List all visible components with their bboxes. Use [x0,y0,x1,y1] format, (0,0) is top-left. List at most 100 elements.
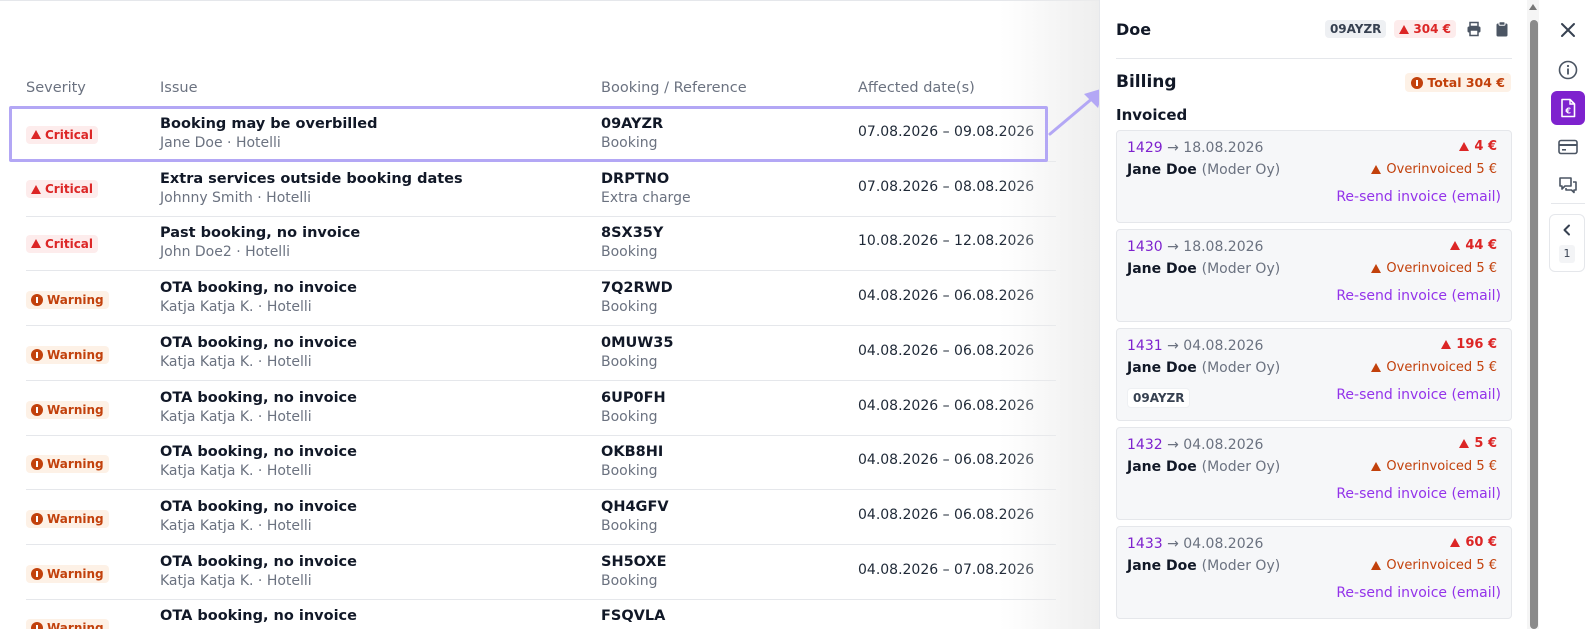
close-button[interactable] [1551,13,1585,47]
scroll-up-arrow-icon[interactable] [1529,4,1537,10]
booking-ref-chip[interactable]: 09AYZR [1324,20,1387,38]
severity-cell: Critical [26,124,99,144]
booking-ref[interactable]: 09AYZR [601,115,663,134]
booking-ref-tag[interactable]: 09AYZR [1127,388,1191,408]
issue-title: Past booking, no invoice [160,225,361,242]
resend-invoice-link[interactable]: Re-send invoice (email) [1336,585,1501,601]
booking-ref[interactable]: QH4GFV [601,498,669,517]
column-header-issue[interactable]: Issue [160,80,198,96]
invoice-number-link[interactable]: 1430 [1127,239,1163,255]
overinvoiced-status: Overinvoiced 5 € [1371,459,1497,474]
panel-count-badge: 1 [1559,245,1575,263]
resend-invoice-link[interactable]: Re-send invoice (email) [1336,288,1501,304]
reference-type: Extra charge [601,189,691,206]
table-row[interactable]: Warning OTA booking, no invoice Katja Katj… [26,270,1056,327]
table-row[interactable]: Critical Booking may be overbilled Jane Do… [26,106,1056,162]
invoice-number-line: 1430 → 18.08.2026 [1127,239,1263,255]
booking-ref[interactable]: OKB8HI [601,443,663,462]
invoice-amount-value: 196 € [1456,337,1497,352]
invoice-card: 1432 → 04.08.2026 5 € Jane Doe (Moder Oy) O… [1116,427,1512,520]
issue-cell: OTA booking, no invoice Katja Katja K. · … [160,498,357,536]
resend-invoice-link[interactable]: Re-send invoice (email) [1336,486,1501,502]
rail-divider [1551,203,1585,204]
info-button[interactable] [1551,53,1585,87]
invoice-date: 18.08.2026 [1183,239,1264,255]
booking-ref[interactable]: 0MUW35 [601,334,673,353]
overinvoiced-status: Overinvoiced 5 € [1371,261,1497,276]
info-icon [1558,60,1578,80]
amount-chip-value: 304 € [1413,22,1451,36]
resend-invoice-link[interactable]: Re-send invoice (email) [1336,189,1501,205]
collapse-panel-button[interactable]: 1 [1549,214,1585,272]
reference-type: Booking [601,353,658,370]
clipboard-icon[interactable] [1492,19,1512,39]
reference-cell: 7Q2RWD Booking [601,279,673,317]
column-header-dates[interactable]: Affected date(s) [858,80,975,96]
table-row[interactable]: Warning OTA booking, no invoice Katja Katj… [26,434,1056,491]
affected-dates: 04.08.2026 – 06.08.2026 [858,397,1035,414]
invoice-card: 1433 → 04.08.2026 60 € Jane Doe (Moder Oy)… [1116,526,1512,619]
booking-ref[interactable]: FSQVLA [601,607,665,626]
svg-text:€: € [1564,107,1571,116]
customer-name: Jane Doe [1127,360,1197,376]
payment-button[interactable] [1551,130,1585,164]
invoice-number-line: 1429 → 18.08.2026 [1127,140,1263,156]
issue-subtitle: John Doe2 · Hotelli [160,244,290,261]
affected-dates: 04.08.2026 – 06.08.2026 [858,506,1035,523]
print-icon[interactable] [1464,19,1484,39]
invoice-number-link[interactable]: 1433 [1127,536,1163,552]
severity-badge: Critical [26,125,99,144]
issue-subtitle: Katja Katja K. · Hotelli [160,299,312,316]
scrollbar-thumb[interactable] [1530,20,1538,629]
booking-ref[interactable]: 6UP0FH [601,389,666,408]
booking-ref[interactable]: SH5OXE [601,553,667,572]
issue-cell: Booking may be overbilled Jane Doe · Hote… [160,115,377,153]
alert-triangle-icon [31,239,41,249]
billing-tab-button[interactable]: € [1551,91,1585,125]
invoice-number-link[interactable]: 1429 [1127,140,1163,156]
table-row[interactable]: Warning OTA booking, no invoice Katja Katj… [26,325,1056,381]
invoice-card: 1431 → 04.08.2026 196 € Jane Doe (Moder Oy… [1116,328,1512,421]
severity-label: Critical [45,182,94,197]
overinvoiced-label: Overinvoiced 5 € [1386,360,1497,375]
booking-ref[interactable]: 8SX35Y [601,224,663,243]
panel-tools: 09AYZR 304 € [1324,19,1512,39]
invoice-number-line: 1432 → 04.08.2026 [1127,437,1263,453]
chat-icon [1559,177,1577,194]
issue-cell: Extra services outside booking dates John… [160,170,463,208]
top-divider [0,0,1100,1]
table-row[interactable]: Warning OTA booking, no invoice FSQVLA [26,598,1056,629]
table-row[interactable]: Warning OTA booking, no invoice Katja Katj… [26,544,1056,600]
table-row[interactable]: Warning OTA booking, no invoice Katja Katj… [26,489,1056,545]
severity-label: Critical [45,236,94,251]
invoice-amount-value: 60 € [1465,535,1497,550]
invoice-card: 1429 → 18.08.2026 4 € Jane Doe (Moder Oy) O… [1116,130,1512,223]
panel-header: Doe 09AYZR 304 € [1116,20,1512,40]
invoice-customer: Jane Doe (Moder Oy) [1127,261,1280,277]
customer-name: Jane Doe [1127,459,1197,475]
table-row[interactable]: Warning OTA booking, no invoice Katja Katj… [26,380,1056,436]
invoice-amount-value: 4 € [1474,139,1497,154]
invoice-amount: 196 € [1441,337,1497,352]
column-header-severity[interactable]: Severity [26,80,86,96]
overinvoiced-label: Overinvoiced 5 € [1386,459,1497,474]
alert-triangle-icon [1371,363,1382,372]
table-row[interactable]: Critical Extra services outside booking d… [26,161,1056,217]
severity-badge: Critical [26,234,99,253]
messages-button[interactable] [1551,168,1585,202]
invoice-number-link[interactable]: 1432 [1127,437,1163,453]
issue-title: OTA booking, no invoice [160,280,357,297]
booking-ref[interactable]: DRPTNO [601,170,691,189]
issue-title: OTA booking, no invoice [160,553,357,570]
reference-type: Booking [601,299,658,316]
table-row[interactable]: Critical Past booking, no invoice John Doe… [26,215,1056,272]
severity-badge: Warning [26,619,109,629]
booking-ref[interactable]: 7Q2RWD [601,279,673,298]
resend-invoice-link[interactable]: Re-send invoice (email) [1336,387,1501,403]
invoice-number-link[interactable]: 1431 [1127,338,1163,354]
overinvoiced-status: Overinvoiced 5 € [1371,360,1497,375]
invoice-customer: Jane Doe (Moder Oy) [1127,360,1280,376]
invoice-date: 04.08.2026 [1183,536,1264,552]
reference-type: Booking [601,463,658,480]
column-header-reference[interactable]: Booking / Reference [601,80,747,96]
